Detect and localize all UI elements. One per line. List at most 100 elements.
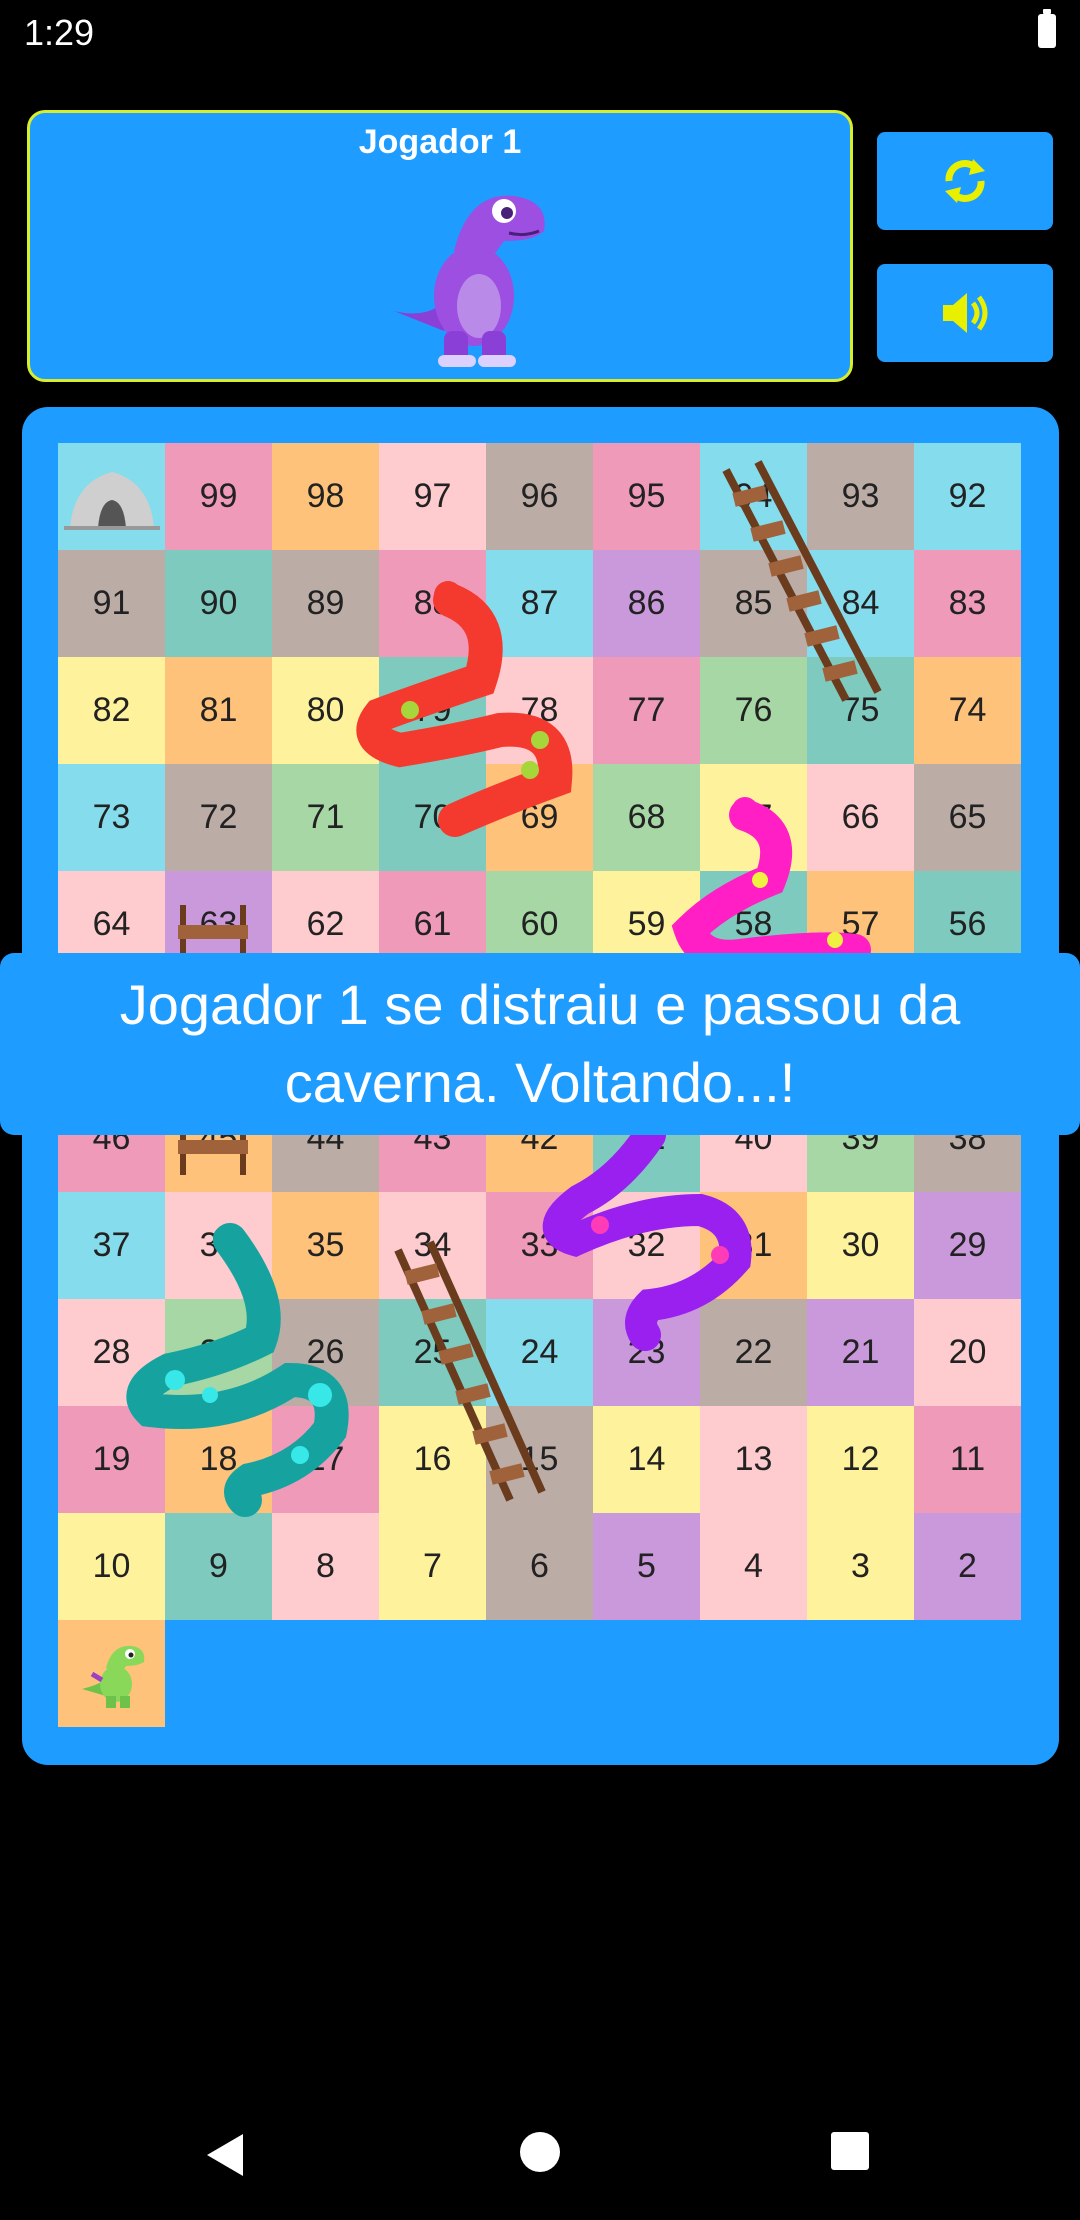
cell-number: 94 xyxy=(734,477,773,515)
cell-number: 25 xyxy=(413,1333,452,1371)
board-cell: 6 xyxy=(486,1513,593,1620)
cell-number: 36 xyxy=(199,1226,238,1264)
cell-number: 32 xyxy=(627,1226,666,1264)
board-cell: 72 xyxy=(165,764,272,871)
board-cell: 21 xyxy=(807,1299,914,1406)
volume-icon xyxy=(943,293,988,333)
board-cell: 23 xyxy=(593,1299,700,1406)
board-cell: 74 xyxy=(914,657,1021,764)
board-cell: 24 xyxy=(486,1299,593,1406)
cell-number: 79 xyxy=(413,691,452,729)
board-cell: 36 xyxy=(165,1192,272,1299)
board-cell: 68 xyxy=(593,764,700,871)
cell-number: 9 xyxy=(209,1547,228,1585)
board-cell: 83 xyxy=(914,550,1021,657)
board-cell: 20 xyxy=(914,1299,1021,1406)
board-cell: 73 xyxy=(58,764,165,871)
board-cell: 8 xyxy=(272,1513,379,1620)
cell-number: 75 xyxy=(841,691,880,729)
board-cell: 34 xyxy=(379,1192,486,1299)
cell-number: 7 xyxy=(423,1547,442,1585)
player-title: Jogador 1 xyxy=(358,123,522,161)
board-cell: 98 xyxy=(272,443,379,550)
cell-number: 61 xyxy=(413,905,452,943)
cell-number: 23 xyxy=(627,1333,666,1371)
cell-number: 68 xyxy=(627,798,666,836)
cell-number: 86 xyxy=(627,584,666,622)
board-cell: 18 xyxy=(165,1406,272,1513)
cell-number: 4 xyxy=(744,1547,763,1585)
cell-number: 3 xyxy=(851,1547,870,1585)
board-cell: 14 xyxy=(593,1406,700,1513)
cell-number: 37 xyxy=(92,1226,131,1264)
board-cell: 13 xyxy=(700,1406,807,1513)
board-cell: 16 xyxy=(379,1406,486,1513)
cell-number: 80 xyxy=(306,691,345,729)
cell-number: 56 xyxy=(948,905,987,943)
cell-number: 30 xyxy=(841,1226,880,1264)
board-cell: 93 xyxy=(807,443,914,550)
cell-number: 88 xyxy=(413,584,452,622)
cell-number: 62 xyxy=(306,905,345,943)
cell-number: 71 xyxy=(306,798,345,836)
board-cell: 35 xyxy=(272,1192,379,1299)
cell-number: 90 xyxy=(199,584,238,622)
cell-number: 13 xyxy=(734,1440,773,1478)
cell-number: 81 xyxy=(199,691,238,729)
board-cell: 30 xyxy=(807,1192,914,1299)
board-cell: 94 xyxy=(700,443,807,550)
board-cell: 71 xyxy=(272,764,379,871)
status-time: 1:29 xyxy=(24,12,95,53)
cell-number: 6 xyxy=(530,1547,549,1585)
board-cell: 29 xyxy=(914,1192,1021,1299)
restart-button[interactable] xyxy=(877,132,1053,230)
cell-number: 33 xyxy=(520,1226,559,1264)
toast-text: Jogador 1 se distraiu e passou da cavern… xyxy=(119,973,961,1114)
cell-number: 10 xyxy=(92,1547,131,1585)
board-cell: 75 xyxy=(807,657,914,764)
board-cell: 65 xyxy=(914,764,1021,871)
status-bar: 1:29 xyxy=(0,0,1080,70)
board-cell: 81 xyxy=(165,657,272,764)
cell-number: 59 xyxy=(627,905,666,943)
refresh-icon xyxy=(945,159,985,203)
board-cell: 85 xyxy=(700,550,807,657)
board-cell: 27 xyxy=(165,1299,272,1406)
cave-icon xyxy=(63,471,160,530)
board-cell: 95 xyxy=(593,443,700,550)
board-cell: 4 xyxy=(700,1513,807,1620)
board-cell: 77 xyxy=(593,657,700,764)
cell-number: 87 xyxy=(520,584,559,622)
toast-message: Jogador 1 se distraiu e passou da cavern… xyxy=(0,953,1080,1135)
cell-number: 98 xyxy=(306,477,345,515)
board-cell: 87 xyxy=(486,550,593,657)
board-cell: 92 xyxy=(914,443,1021,550)
cell-number: 74 xyxy=(948,691,987,729)
cell-number: 20 xyxy=(948,1333,987,1371)
board-cell: 76 xyxy=(700,657,807,764)
cell-number: 63 xyxy=(199,905,238,943)
back-icon[interactable] xyxy=(203,2130,247,2180)
cell-number: 26 xyxy=(306,1333,345,1371)
finish-cell xyxy=(58,443,165,550)
home-icon[interactable] xyxy=(518,2130,562,2174)
recent-apps-icon[interactable] xyxy=(829,2130,871,2172)
board-cell: 5 xyxy=(593,1513,700,1620)
board-cell: 97 xyxy=(379,443,486,550)
cell-number: 35 xyxy=(306,1226,345,1264)
cell-number: 21 xyxy=(841,1333,880,1371)
cell-number: 17 xyxy=(306,1440,345,1478)
cell-number: 28 xyxy=(92,1333,131,1371)
board-cell: 67 xyxy=(700,764,807,871)
cell-number: 19 xyxy=(92,1440,131,1478)
board-cell: 28 xyxy=(58,1299,165,1406)
player-card: Jogador 1 xyxy=(27,110,853,382)
board-cell: 66 xyxy=(807,764,914,871)
cell-number: 91 xyxy=(92,584,131,622)
board-cell: 11 xyxy=(914,1406,1021,1513)
board-cell: 37 xyxy=(58,1192,165,1299)
cell-number: 66 xyxy=(841,798,880,836)
cell-number: 34 xyxy=(413,1226,452,1264)
board-cell: 84 xyxy=(807,550,914,657)
sound-button[interactable] xyxy=(877,264,1053,362)
